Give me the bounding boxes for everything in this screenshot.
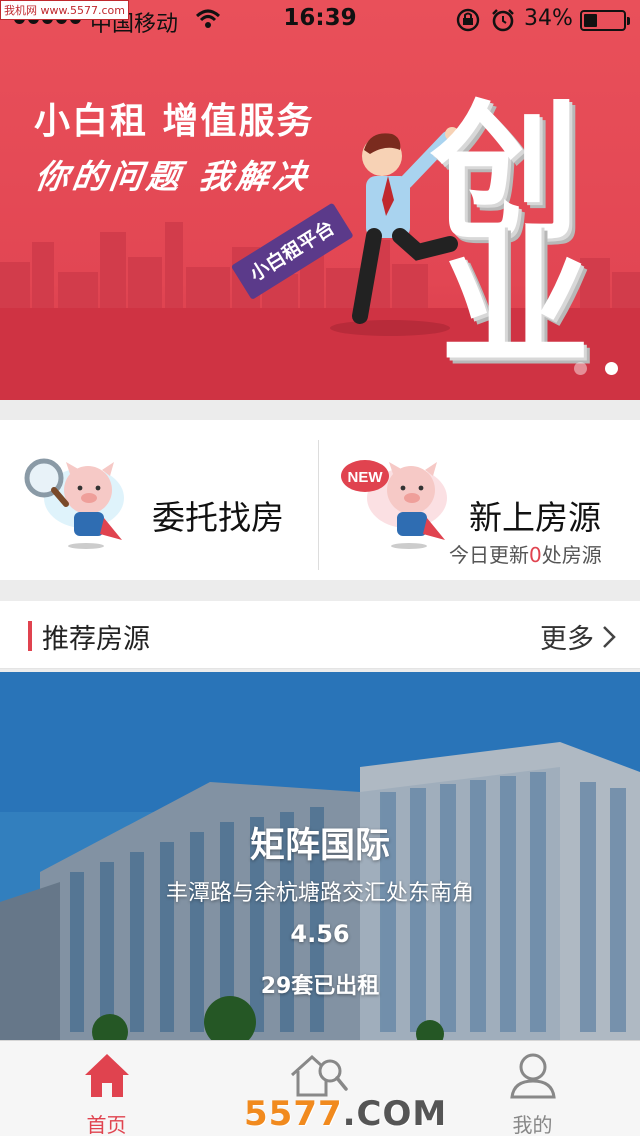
tab-mine[interactable]: 我的 [426, 1041, 639, 1136]
today-updates-suffix: 处房源 [541, 543, 602, 567]
quick-entries: 委托找房 NEW 新上房源 今日更新0处房源 [0, 420, 640, 580]
chevron-right-icon [603, 625, 616, 648]
new-listings-label: 新上房源 [469, 498, 601, 537]
promo-banner[interactable]: 小白租 增值服务 你的问题 我解决 创 业 小白租平台 [0, 0, 640, 400]
user-icon [509, 1053, 556, 1099]
site-watermark-bottom: 5577.COM [244, 1094, 447, 1134]
property-rented-count: 29套已出租 [260, 974, 380, 999]
property-price: 4.56 [290, 920, 350, 948]
banner-title: 小白租 增值服务 [34, 101, 315, 142]
site-watermark-top: 我机网 www.5577.com [0, 0, 129, 20]
new-badge: NEW [348, 469, 384, 486]
alarm-icon [492, 9, 514, 32]
property-name: 矩阵国际 [249, 826, 390, 866]
entrust-find-house-entry[interactable]: 委托找房 [0, 420, 318, 580]
more-label: 更多 [540, 624, 594, 655]
tab-home[interactable]: 首页 [0, 1041, 213, 1136]
property-address: 丰潭路与余杭塘路交汇处东南角 [165, 881, 474, 906]
new-pig-icon: NEW [341, 460, 447, 549]
property-card[interactable]: 矩阵国际 丰潭路与余杭塘路交汇处东南角 4.56 29套已出租 [0, 672, 640, 1042]
section-title: 推荐房源 [42, 624, 150, 655]
watermark-number: 5577 [244, 1094, 343, 1134]
carousel-dot[interactable] [574, 362, 587, 375]
today-updates-text: 今日更新0处房源 [449, 539, 602, 568]
recommended-section-header: 推荐房源 更多 [0, 601, 640, 669]
tab-mine-label: 我的 [512, 1113, 553, 1136]
home-icon [84, 1054, 129, 1097]
search-pig-icon [24, 458, 124, 549]
more-link[interactable]: 更多 [540, 617, 616, 656]
battery-percent: 34% [524, 6, 573, 31]
section-accent-bar [28, 621, 32, 651]
banner-subtitle: 你的问题 我解决 [32, 157, 313, 196]
new-listings-entry[interactable]: NEW 新上房源 今日更新0处房源 [319, 420, 640, 580]
entrust-find-house-label: 委托找房 [152, 498, 284, 537]
battery-icon [580, 10, 630, 31]
carousel-dot-active[interactable] [605, 362, 618, 375]
rotation-lock-icon [456, 8, 480, 32]
today-updates-prefix: 今日更新 [449, 543, 529, 567]
carousel-indicator[interactable] [574, 362, 618, 375]
today-updates-count: 0 [529, 543, 542, 567]
banner-big-char-ye: 业 [440, 213, 591, 387]
watermark-domain: .COM [342, 1094, 448, 1134]
tab-home-label: 首页 [86, 1113, 127, 1136]
